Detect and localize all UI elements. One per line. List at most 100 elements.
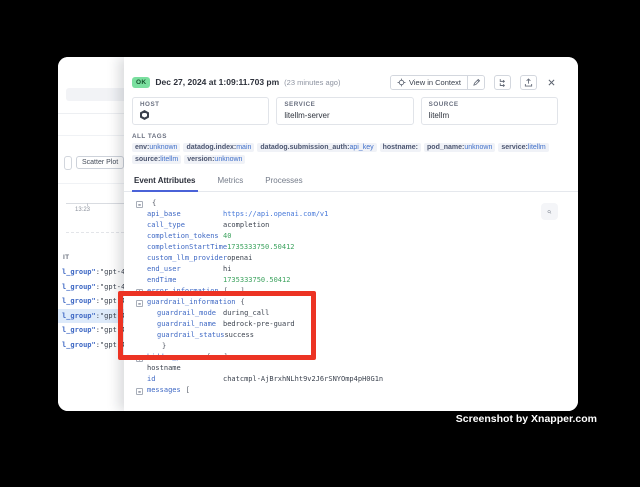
tag-chip[interactable]: pod_name:unknown	[424, 143, 495, 152]
tag-chip[interactable]: env:unknown	[132, 143, 180, 152]
attribute-row: error_information [...]	[136, 286, 558, 297]
attribute-row: endTime 1735333750.50412	[136, 275, 558, 286]
tag-chip[interactable]: datadog.submission_auth:api_key	[257, 143, 376, 152]
attribute-row: hidden_params [...]	[136, 352, 558, 363]
attribute-row: end_user hi	[136, 264, 558, 275]
tab-label: Event Attributes	[134, 176, 196, 185]
list-item-key: l_group"	[62, 326, 96, 334]
attribute-key: custom_llm_provider	[147, 253, 227, 264]
divider	[58, 183, 124, 184]
expander-icon[interactable]	[136, 201, 143, 208]
attribute-list: { api_base https://api.openai.com/v1 cal…	[136, 198, 558, 396]
expander-icon[interactable]	[136, 289, 143, 296]
truncated-button[interactable]	[64, 156, 72, 170]
attribute-key: id	[147, 374, 223, 385]
info-card: SOURCE litellm	[421, 97, 558, 125]
attribute-key: completionStartTime	[147, 242, 227, 253]
expander-icon[interactable]	[136, 300, 143, 307]
tab[interactable]: Event Attributes	[132, 173, 198, 192]
expander-icon[interactable]	[136, 388, 143, 395]
list-item[interactable]: l_group":"gpt-4o	[58, 280, 124, 295]
info-card: HOST	[132, 97, 269, 125]
tag-key: service:	[501, 144, 527, 151]
tab-label: Processes	[265, 176, 302, 185]
watermark-text: Screenshot by Xnapper.com	[456, 413, 597, 425]
attribute-value: acompletion	[223, 220, 269, 231]
list-item[interactable]: l_group":"gpt-4o	[58, 294, 124, 309]
scatter-plot-button[interactable]: Scatter Plot	[76, 156, 124, 169]
attribute-row: id chatcmpl-AjBrxhNLht9v2J6rSNYOmp4pH0G1…	[136, 374, 558, 385]
tag-chip[interactable]: version:unknown	[184, 155, 245, 164]
host-hexagon-icon	[140, 110, 149, 120]
tab[interactable]: Processes	[263, 173, 304, 191]
attribute-key: guardrail_status	[157, 330, 224, 341]
search-icon	[547, 207, 552, 217]
attribute-key: api_base	[147, 209, 223, 220]
tag-value: litellm	[528, 144, 546, 151]
info-card-label: SERVICE	[284, 101, 405, 108]
attribute-key: guardrail_information	[147, 297, 236, 308]
divider	[58, 135, 124, 136]
info-card-label: HOST	[140, 101, 261, 108]
attribute-value: {	[152, 198, 156, 209]
attribute-value: {	[241, 297, 245, 308]
background-app-strip: Scatter Plot 13:23 IT l_group":"gpt-4ol_…	[58, 57, 124, 411]
chart-gridline	[66, 232, 124, 233]
tab[interactable]: Metrics	[216, 173, 246, 191]
tag-chip[interactable]: source:litellm	[132, 155, 181, 164]
close-button[interactable]	[545, 74, 558, 90]
attribute-row: {	[136, 198, 558, 209]
tag-key: datadog.submission_auth:	[260, 144, 349, 151]
export-button[interactable]	[520, 75, 537, 90]
background-result-list: l_group":"gpt-4ol_group":"gpt-4ol_group"…	[58, 265, 124, 352]
info-card-value-text: litellm-server	[284, 111, 329, 120]
tag-value: api_key	[349, 144, 373, 151]
attribute-value: hi	[223, 264, 231, 275]
view-in-context-button[interactable]: View in Context	[391, 76, 467, 89]
attribute-key: messages	[147, 385, 181, 396]
list-item[interactable]: l_group":"gpt-4o	[58, 309, 124, 324]
attribute-value: 1735333750.50412	[227, 242, 294, 253]
related-data-button[interactable]	[494, 75, 511, 90]
tag-list: env:unknowndatadog.index:maindatadog.sub…	[132, 143, 558, 164]
tag-value: unknown	[149, 144, 177, 151]
list-item[interactable]: l_group":"gpt-4o	[58, 323, 124, 338]
chart-axis-tick	[87, 203, 88, 206]
list-item-value: :"gpt-4o	[96, 297, 124, 305]
list-item-value: :"gpt-4o	[96, 326, 124, 334]
attribute-value: bedrock-pre-guard	[223, 319, 295, 330]
chart-axis	[66, 203, 124, 204]
search-attributes-button[interactable]	[541, 203, 558, 220]
info-card-row: HOST SERVICE litellm-server SOURCE	[132, 97, 558, 125]
pencil-icon	[472, 78, 481, 87]
list-item-value: :"gpt-4o	[96, 283, 124, 291]
info-card-label: SOURCE	[429, 101, 550, 108]
tag-key: env:	[135, 144, 149, 151]
list-item-value: :"gpt-4o	[96, 341, 124, 349]
list-item[interactable]: l_group":"gpt-4o	[58, 338, 124, 353]
attribute-key: hostname	[147, 363, 223, 374]
target-icon	[397, 78, 406, 87]
attribute-value: success	[224, 330, 254, 341]
tag-chip[interactable]: datadog.index:main	[183, 143, 254, 152]
attribute-row: guardrail_information {	[136, 297, 558, 308]
attribute-key: guardrail_name	[157, 319, 223, 330]
truncated-column-header: IT	[63, 254, 69, 261]
tag-chip[interactable]: service:litellm	[498, 143, 548, 152]
attribute-row: guardrail_status success	[136, 330, 558, 341]
tab-bar: Event Attributes Metrics Processes	[124, 173, 578, 192]
attribute-key: end_user	[147, 264, 223, 275]
tag-chip[interactable]: hostname:	[380, 143, 421, 152]
list-item-value: :"gpt-4o	[96, 268, 124, 276]
expander-icon[interactable]	[136, 355, 143, 362]
status-badge: OK	[132, 77, 150, 88]
edit-button[interactable]	[467, 76, 484, 89]
list-item-key: l_group"	[62, 283, 96, 291]
info-card-value: litellm-server	[284, 110, 405, 120]
attribute-value: 40	[223, 231, 231, 242]
attribute-value: during_call	[223, 308, 269, 319]
list-item-value: :"gpt-4o	[96, 312, 124, 320]
list-item[interactable]: l_group":"gpt-4o	[58, 265, 124, 280]
attribute-row: completionStartTime 1735333750.50412	[136, 242, 558, 253]
info-card-value: litellm	[429, 110, 550, 120]
